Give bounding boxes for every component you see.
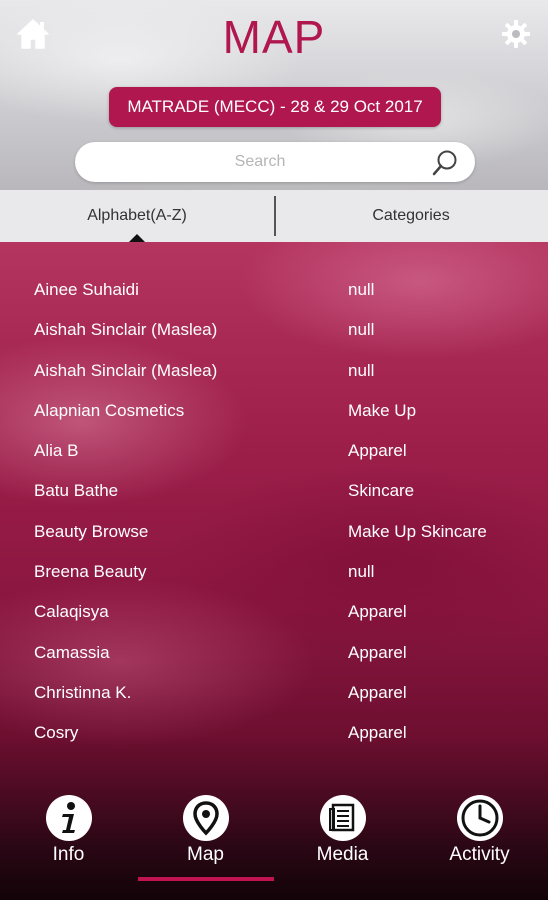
top-bar: MAP xyxy=(0,0,548,70)
exhibitor-category: Apparel xyxy=(348,682,407,702)
exhibitor-name: Alapnian Cosmetics xyxy=(34,400,185,420)
list-item[interactable]: Batu Bathe Skincare xyxy=(0,471,548,511)
nav-label-info: Info xyxy=(52,844,85,865)
gear-icon xyxy=(502,20,530,48)
search-bar xyxy=(75,142,475,182)
sort-tab-bar: Alphabet(A-Z) Categories xyxy=(0,190,548,242)
exhibitor-category: Apparel xyxy=(348,723,407,743)
nav-item-activity[interactable]: Activity xyxy=(411,784,548,884)
nav-label-activity: Activity xyxy=(449,844,510,865)
list-item[interactable]: Beauty Browse Make Up Skincare xyxy=(0,512,548,552)
nav-item-media[interactable]: Media xyxy=(274,784,411,884)
exhibitor-name: Camassia xyxy=(34,642,110,662)
exhibitor-name: Breena Beauty xyxy=(34,562,147,582)
settings-button[interactable] xyxy=(500,18,532,50)
exhibitor-category: Make Up xyxy=(348,400,417,420)
tab-alphabet[interactable]: Alphabet(A-Z) xyxy=(0,190,274,242)
active-tab-indicator xyxy=(129,234,145,242)
search-icon[interactable] xyxy=(431,149,459,177)
list-item[interactable]: Alia B Apparel xyxy=(0,431,548,471)
exhibitor-name: Beauty Browse xyxy=(34,521,149,541)
exhibitor-category: Make Up Skincare xyxy=(348,521,487,541)
list-item[interactable]: Alapnian Cosmetics Make Up xyxy=(0,391,548,431)
list-item[interactable]: Camassia Apparel xyxy=(0,633,548,673)
tab-categories-label: Categories xyxy=(372,207,450,224)
exhibitor-category: null xyxy=(348,360,375,380)
exhibitor-category: Apparel xyxy=(348,602,407,622)
list-item[interactable]: Aishah Sinclair (Maslea) null xyxy=(0,310,548,350)
active-nav-indicator xyxy=(138,877,274,881)
exhibitor-list: Ainee Suhaidi null Aishah Sinclair (Masle… xyxy=(0,270,548,754)
nav-label-map: Map xyxy=(187,844,224,865)
list-item[interactable]: Cosry Apparel xyxy=(0,713,548,753)
exhibitor-category: Apparel xyxy=(348,441,407,461)
nav-item-map[interactable]: Map xyxy=(137,784,274,884)
exhibitor-name: Alia B xyxy=(34,441,79,461)
bottom-nav: Info Map Media Activity xyxy=(0,784,548,900)
list-item[interactable]: Ainee Suhaidi null xyxy=(0,270,548,310)
info-icon xyxy=(45,795,92,841)
map-pin-icon xyxy=(182,795,229,841)
exhibitor-name: Ainee Suhaidi xyxy=(34,280,139,299)
event-badge[interactable]: MATRADE (MECC) - 28 & 29 Oct 2017 xyxy=(109,87,441,127)
list-item[interactable]: Breena Beauty null xyxy=(0,552,548,592)
exhibitor-category: null xyxy=(348,320,375,340)
exhibitor-name: Christinna K. xyxy=(34,682,132,702)
exhibitor-category: Skincare xyxy=(348,481,415,501)
exhibitor-name: Aishah Sinclair (Maslea) xyxy=(34,360,218,380)
page-title: MAP xyxy=(222,11,326,63)
list-item[interactable]: Calaqisya Apparel xyxy=(0,592,548,632)
exhibitor-name: Calaqisya xyxy=(34,602,109,622)
search-input[interactable] xyxy=(95,142,425,182)
exhibitor-category: null xyxy=(348,562,375,582)
exhibitor-name: Cosry xyxy=(34,723,79,743)
exhibitor-name: Batu Bathe xyxy=(34,481,119,501)
exhibitor-category: null xyxy=(348,280,375,299)
list-item[interactable]: Aishah Sinclair (Maslea) null xyxy=(0,351,548,391)
nav-item-info[interactable]: Info xyxy=(0,784,137,884)
exhibitor-name: Aishah Sinclair (Maslea) xyxy=(34,320,218,340)
clock-icon xyxy=(456,795,503,841)
tab-divider xyxy=(274,196,276,236)
nav-label-media: Media xyxy=(316,844,369,865)
list-item[interactable]: Christinna K. Apparel xyxy=(0,673,548,713)
tab-categories[interactable]: Categories xyxy=(274,190,548,242)
exhibitor-category: Apparel xyxy=(348,642,407,662)
newspaper-icon xyxy=(319,795,366,841)
tab-alphabet-label: Alphabet(A-Z) xyxy=(87,207,187,224)
